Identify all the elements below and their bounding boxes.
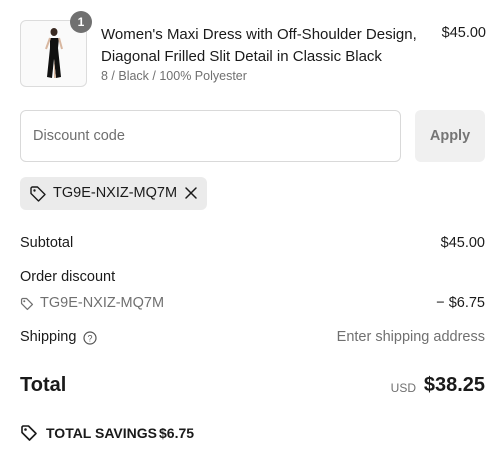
quantity-badge: 1 [70,11,92,33]
discount-code-input[interactable] [20,110,401,162]
product-name: Women's Maxi Dress with Off-Shoulder Des… [101,26,417,65]
info-icon[interactable]: ? [83,331,97,345]
discount-code-text: TG9E-NXIZ-MQ7M [40,295,165,311]
tag-icon [20,297,34,311]
subtotal-label: Subtotal [20,235,74,251]
total-savings-value: $6.75 [159,425,195,441]
tag-icon [30,186,46,202]
discount-value: − $6.75 [436,295,485,311]
total-value: $38.25 [423,374,485,396]
applied-code-text: TG9E-NXIZ-MQ7M [53,185,178,201]
line-item: 1 Women's Maxi Dress with Off-Shoulder D… [20,11,486,89]
shipping-value: Enter shipping address [336,329,485,345]
total-label: Total [20,374,67,396]
order-discount-label: Order discount [20,269,116,285]
subtotal-value: $45.00 [440,235,485,251]
product-price: $45.00 [441,25,486,41]
apply-button[interactable]: Apply [415,110,485,162]
total-savings-label: TOTAL SAVINGS [46,425,157,441]
close-icon[interactable] [183,185,199,201]
svg-text:?: ? [87,334,92,344]
product-variant: 8 / Black / 100% Polyester [101,69,247,83]
currency-code: USD [390,381,416,395]
applied-discount-chip: TG9E-NXIZ-MQ7M [20,177,207,210]
tag-icon [21,425,37,441]
shipping-label: Shipping [20,329,77,345]
